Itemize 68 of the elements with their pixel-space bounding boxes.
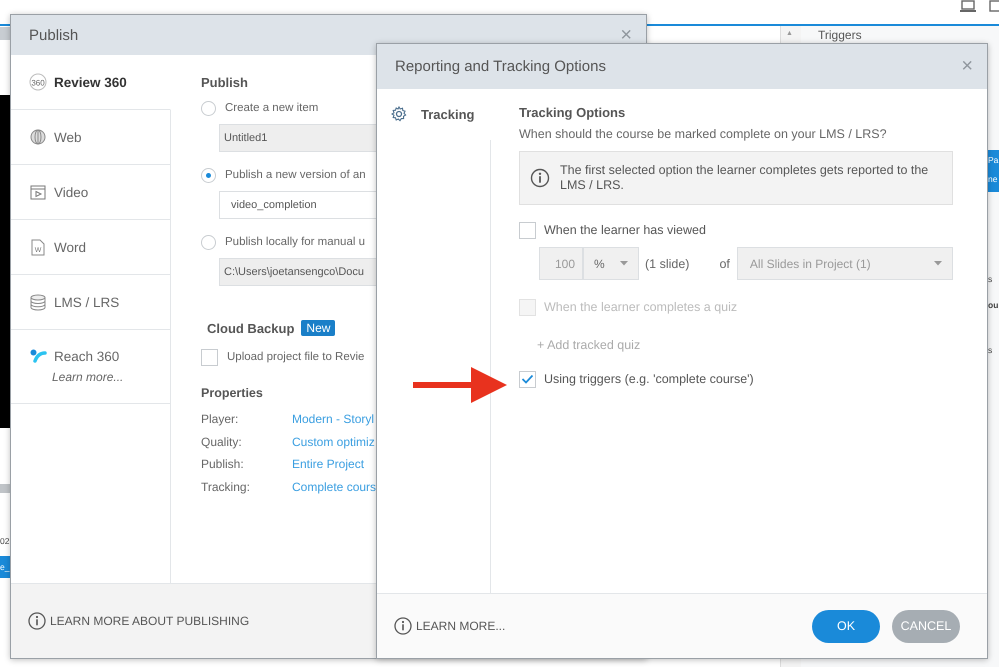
info-text: The first selected option the learner completes gets reported to the LMS / LRS. bbox=[560, 163, 930, 193]
learn-more-link[interactable]: LEARN MORE ABOUT PUBLISHING bbox=[50, 614, 250, 628]
info-icon bbox=[530, 168, 550, 188]
cut-text: ou bbox=[988, 299, 998, 312]
sidebar-item[interactable]: 360 Review 360 bbox=[11, 55, 171, 110]
window-title: Publish bbox=[29, 26, 78, 44]
cut-text: ne bbox=[988, 173, 998, 186]
sidebar-label: Video bbox=[54, 184, 88, 200]
radio-button[interactable] bbox=[201, 168, 216, 182]
cut-text: 02 bbox=[0, 535, 10, 548]
globe-icon bbox=[29, 129, 47, 145]
property-label: Publish: bbox=[201, 457, 245, 472]
radio-button[interactable] bbox=[201, 234, 216, 250]
cut-text: s bbox=[988, 273, 992, 286]
panel-title: Triggers bbox=[818, 28, 862, 42]
cut-text: s bbox=[988, 344, 992, 357]
section-heading: Properties bbox=[201, 386, 263, 400]
caret-icon bbox=[620, 261, 628, 266]
checkbox[interactable] bbox=[201, 348, 218, 366]
video-icon bbox=[29, 184, 47, 200]
checkbox-label: When the learner has viewed bbox=[544, 223, 706, 237]
settings-icon bbox=[391, 106, 407, 122]
learn-more-link[interactable]: Learn more... bbox=[52, 370, 124, 384]
property-link[interactable]: Custom optimiz bbox=[292, 434, 375, 449]
checkbox-label: When the learner completes a quiz bbox=[544, 300, 738, 314]
sidebar-item[interactable]: Reach 360 Learn more... bbox=[11, 330, 171, 404]
sidebar-label: Reach 360 bbox=[54, 349, 120, 364]
section-heading: Cloud Backup bbox=[207, 320, 294, 336]
caret-icon bbox=[934, 261, 942, 266]
question-text: When should the course be marked complete on your LMS / LRS? bbox=[519, 127, 887, 141]
property-label: Tracking: bbox=[201, 480, 251, 494]
review-icon: 360 bbox=[29, 73, 47, 91]
dialog-title: Reporting and Tracking Options bbox=[395, 58, 606, 75]
option-label: Publish a new version of an bbox=[225, 169, 366, 181]
checkbox[interactable] bbox=[519, 222, 536, 238]
option-label: Create a new item bbox=[225, 102, 318, 114]
option-label: Publish locally for manual u bbox=[225, 236, 365, 248]
reach-icon bbox=[29, 349, 47, 364]
cut-text: Pa bbox=[988, 154, 998, 167]
ok-button[interactable]: OK bbox=[812, 610, 880, 642]
property-label: Player: bbox=[201, 412, 240, 426]
new-badge: New bbox=[301, 320, 336, 336]
sidebar-item[interactable]: LMS / LRS bbox=[11, 275, 171, 330]
sidebar-item[interactable]: Web bbox=[11, 110, 171, 165]
section-heading: Tracking Options bbox=[519, 105, 626, 120]
property-link[interactable]: Entire Project bbox=[292, 457, 364, 472]
of-label: of bbox=[719, 256, 730, 270]
radio-button[interactable] bbox=[201, 100, 216, 116]
database-icon bbox=[29, 294, 47, 310]
slide-count: (1 slide) bbox=[645, 256, 690, 270]
checkbox[interactable] bbox=[519, 370, 536, 388]
sidebar-label: Word bbox=[54, 240, 86, 254]
property-link[interactable]: Complete cours bbox=[292, 480, 376, 494]
learn-more-link[interactable]: LEARN MORE... bbox=[416, 619, 506, 633]
info-icon bbox=[394, 617, 412, 635]
sidebar-item[interactable]: Video bbox=[11, 165, 171, 220]
info-icon bbox=[28, 612, 46, 630]
sidebar-label: Review 360 bbox=[54, 74, 127, 90]
sidebar-label: Web bbox=[54, 130, 82, 144]
window-icon[interactable] bbox=[989, 0, 999, 12]
sidebar-label: LMS / LRS bbox=[54, 294, 120, 310]
property-link[interactable]: Modern - Storyl bbox=[292, 412, 374, 426]
cut-text: e_ bbox=[0, 561, 10, 574]
laptop-icon[interactable] bbox=[960, 0, 976, 12]
checkbox-label: Upload project file to Revie bbox=[227, 351, 364, 363]
property-label: Quality: bbox=[201, 434, 243, 449]
checkbox-label: Using triggers (e.g. 'complete course') bbox=[544, 372, 754, 386]
section-heading: Publish bbox=[201, 75, 248, 90]
